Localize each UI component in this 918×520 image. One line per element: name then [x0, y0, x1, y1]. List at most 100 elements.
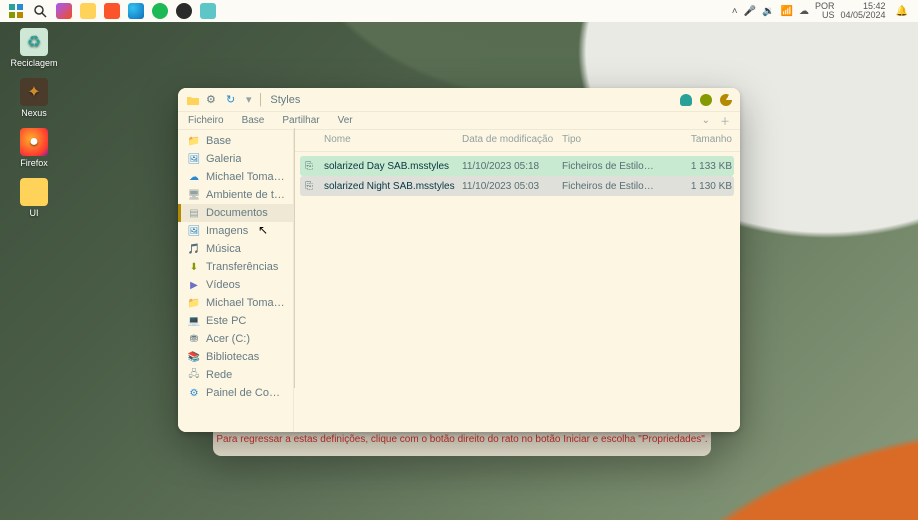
folder-icon	[186, 93, 200, 107]
tray-vol-icon[interactable]: 🔉	[762, 6, 774, 17]
properties-icon[interactable]: ⚙	[206, 93, 220, 107]
lib-icon: 📚	[188, 351, 200, 363]
sidebar-item-label: Michael Tomas Muan…	[206, 297, 285, 309]
desktop-icon-label: UI	[4, 208, 64, 218]
tray-mic-icon[interactable]: 🎤	[744, 6, 756, 17]
sidebar-item-label: Vídeos	[206, 279, 240, 291]
sidebar-item[interactable]: ▤ Documentos	[178, 204, 293, 222]
sidebar-item[interactable]: ☁Michael Tomas - Pess…	[178, 168, 293, 186]
sidebar-item[interactable]: 📁Michael Tomas Muan…	[178, 294, 293, 312]
edge-icon[interactable]	[128, 3, 144, 19]
sidebar-item[interactable]: ⚙ Painel de Controlo	[178, 384, 293, 402]
sidebar-item[interactable]: 🖼Galeria	[178, 150, 293, 168]
panel-icon: ⚙	[188, 387, 200, 399]
file-rows: ⎘ solarized Day SAB.msstyles11/10/2023 05…	[294, 152, 740, 200]
desktop-icon: 🖥	[188, 189, 200, 201]
settings-hint: Para regressar a estas definições, cliqu…	[213, 432, 711, 456]
file-date: 11/10/2023 05:18	[462, 161, 562, 172]
taskbar-pinned-apps	[8, 3, 216, 19]
tray-wifi-icon[interactable]: 📶	[781, 6, 793, 17]
tray-clock[interactable]: 15:42 04/05/2024	[841, 2, 886, 20]
reader-icon[interactable]	[200, 3, 216, 19]
new-tab-icon[interactable]: ＋	[720, 113, 730, 128]
sidebar-item-label: Música	[206, 243, 241, 255]
tray-date: 04/05/2024	[841, 11, 886, 20]
sidebar-item[interactable]: 🖼Imagens	[178, 222, 293, 240]
taskbar: ˄ 🎤 🔉 📶 ☁ POR US 15:42 04/05/2024 🔔	[0, 0, 918, 22]
col-size[interactable]: Tamanho	[662, 134, 732, 145]
doc-icon: ▤	[188, 207, 200, 219]
file-row[interactable]: ⎘solarized Night SAB.msstyles11/10/2023 …	[300, 176, 734, 196]
file-list-pane: Nome Data de modificação Tipo Tamanho ⎘ s…	[294, 130, 740, 432]
firefox-icon: ●	[20, 128, 48, 156]
titlebar[interactable]: ⚙ ↻ ▾ │ Styles	[178, 88, 740, 112]
brave-icon[interactable]	[104, 3, 120, 19]
tray-cloud-icon[interactable]: ☁	[799, 6, 809, 17]
start-button[interactable]	[8, 3, 24, 19]
desktop-icon-recycle-bin[interactable]: ♻ Reciclagem	[4, 28, 64, 68]
sidebar-item[interactable]: 🖥 Ambiente de trabalh…	[178, 186, 293, 204]
menu-view[interactable]: Ver	[338, 115, 353, 126]
window-pacman-icon[interactable]	[720, 94, 732, 106]
settings-hint-text: Para regressar a estas definições, cliqu…	[216, 434, 707, 445]
file-name: solarized Day SAB.msstyles	[324, 161, 462, 172]
tray-lang-bot: US	[815, 11, 835, 20]
sidebar-item-label: Painel de Controlo	[206, 387, 285, 399]
msstyles-file-icon: ⎘	[302, 179, 316, 193]
desktop-icon-nexus[interactable]: ✦ Nexus	[4, 78, 64, 118]
file-name: solarized Night SAB.msstyles	[324, 181, 462, 192]
drive-icon: ⛃	[188, 333, 200, 345]
window-ghost-icon[interactable]	[680, 94, 692, 106]
desktop-icon-firefox[interactable]: ● Firefox	[4, 128, 64, 168]
sidebar-item[interactable]: ⛃Acer (C:)	[178, 330, 293, 348]
ribbon-chevron-icon[interactable]: ⌄	[702, 115, 710, 126]
sidebar-item-label: Galeria	[206, 153, 241, 165]
refresh-icon[interactable]: ↻	[226, 93, 240, 107]
folder-icon: 📁	[188, 135, 200, 147]
file-type: Ficheiros de Estilo…	[562, 181, 662, 192]
file-row[interactable]: ⎘solarized Day SAB.msstyles11/10/2023 05…	[300, 156, 734, 176]
sidebar-item-label: Bibliotecas	[206, 351, 259, 363]
sidebar-item-label: Este PC	[206, 315, 246, 327]
obs-icon[interactable]	[176, 3, 192, 19]
col-type[interactable]: Tipo	[562, 134, 662, 145]
tray-chevron-icon[interactable]: ˄	[732, 6, 738, 17]
window-ghost-icon[interactable]	[700, 94, 712, 106]
sidebar-item[interactable]: ▶Vídeos	[178, 276, 293, 294]
sidebar-item[interactable]: 🖧 Rede	[178, 366, 293, 384]
sidebar-divider	[294, 128, 295, 388]
menu-share[interactable]: Partilhar	[282, 115, 319, 126]
col-date[interactable]: Data de modificação	[462, 134, 562, 145]
sidebar-item[interactable]: 📚 Bibliotecas	[178, 348, 293, 366]
menu-file[interactable]: Ficheiro	[188, 115, 224, 126]
app-figma-icon[interactable]	[56, 3, 72, 19]
tray-language[interactable]: POR US	[815, 2, 835, 20]
image-icon: 🖼	[188, 225, 200, 237]
titlebar-dropdown-icon[interactable]: ▾	[246, 93, 252, 106]
system-tray: ˄ 🎤 🔉 📶 ☁ POR US 15:42 04/05/2024 🔔	[732, 2, 908, 20]
desktop-icon-ui-folder[interactable]: UI	[4, 178, 64, 218]
menu-home[interactable]: Base	[242, 115, 265, 126]
net-icon: 🖧	[188, 369, 200, 381]
sidebar-item-label: Base	[206, 135, 231, 147]
explorer-icon[interactable]	[80, 3, 96, 19]
col-name[interactable]: Nome	[324, 134, 462, 145]
desktop-icon-label: Firefox	[4, 158, 64, 168]
titlebar-separator: │	[258, 94, 265, 106]
spotify-icon[interactable]	[152, 3, 168, 19]
sidebar-item-label: Ambiente de trabalh…	[206, 189, 285, 201]
sidebar-item-label: Documentos	[206, 207, 268, 219]
search-icon[interactable]	[32, 3, 48, 19]
notifications-icon[interactable]: 🔔	[896, 6, 908, 17]
desktop[interactable]: ˄ 🎤 🔉 📶 ☁ POR US 15:42 04/05/2024 🔔 ♻ Re…	[0, 0, 918, 520]
sidebar-item[interactable]: 📁 Base	[178, 132, 293, 150]
sidebar-item[interactable]: 💻 Este PC	[178, 312, 293, 330]
menubar: Ficheiro Base Partilhar Ver ⌄ ＋	[178, 112, 740, 130]
sidebar-item[interactable]: 🎵Música	[178, 240, 293, 258]
download-icon: ⬇	[188, 261, 200, 273]
sidebar-item-label: Rede	[206, 369, 232, 381]
pc-icon: 💻	[188, 315, 200, 327]
nexus-icon: ✦	[20, 78, 48, 106]
nav-sidebar: 📁Base🖼Galeria☁Michael Tomas - Pess…🖥Ambi…	[178, 130, 294, 432]
sidebar-item[interactable]: ⬇Transferências	[178, 258, 293, 276]
